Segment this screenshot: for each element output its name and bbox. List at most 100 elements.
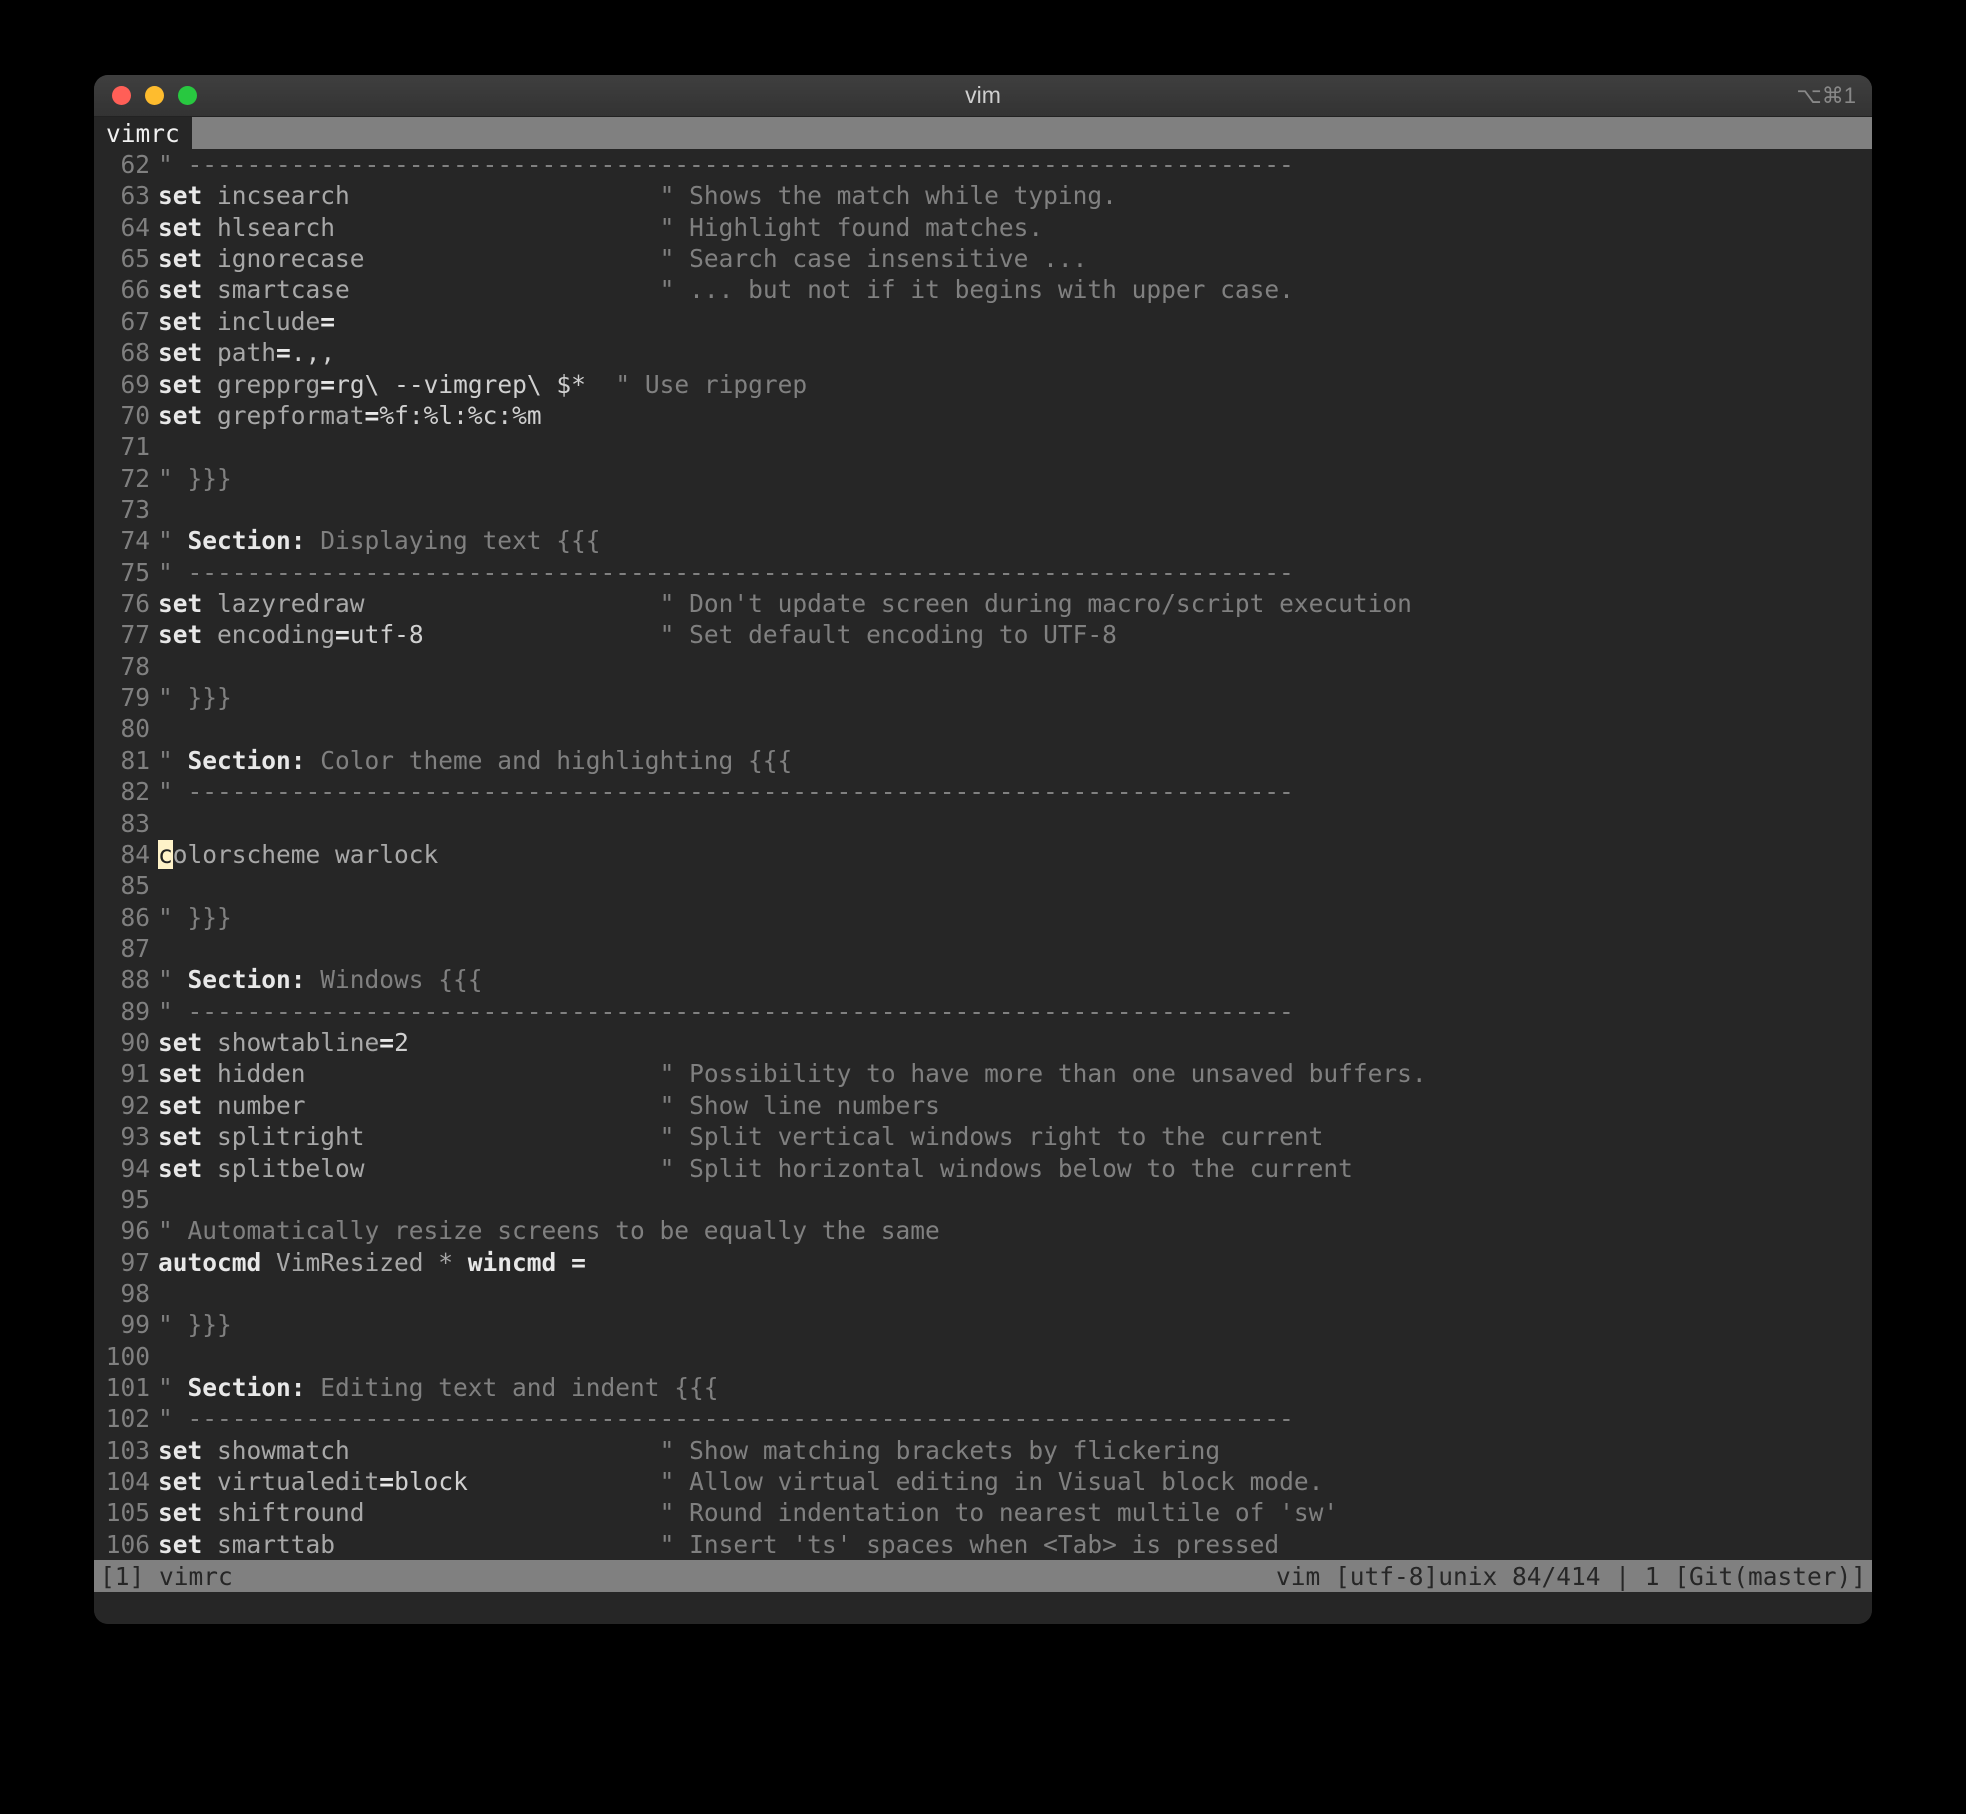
line-number: 101 [94,1372,158,1403]
code-line[interactable]: 85 [94,870,1872,901]
code-content[interactable] [158,713,1872,744]
code-content[interactable]: " }}} [158,463,1872,494]
code-line[interactable]: 100 [94,1341,1872,1372]
code-line[interactable]: 101" Section: Editing text and indent {{… [94,1372,1872,1403]
code-line[interactable]: 105set shiftround " Round indentation to… [94,1497,1872,1528]
line-number: 100 [94,1341,158,1372]
code-content[interactable]: autocmd VimResized * wincmd = [158,1247,1872,1278]
code-line[interactable]: 103set showmatch " Show matching bracket… [94,1435,1872,1466]
code-line[interactable]: 78 [94,651,1872,682]
code-content[interactable]: set virtualedit=block " Allow virtual ed… [158,1466,1872,1497]
code-content[interactable] [158,431,1872,462]
code-content[interactable]: set shiftround " Round indentation to ne… [158,1497,1872,1528]
editor-area[interactable]: 62" ------------------------------------… [94,149,1872,1560]
code-line[interactable]: 73 [94,494,1872,525]
vim-cmdline[interactable] [94,1592,1872,1624]
code-line[interactable]: 90set showtabline=2 [94,1027,1872,1058]
line-number: 68 [94,337,158,368]
line-number: 90 [94,1027,158,1058]
code-line[interactable]: 94set splitbelow " Split horizontal wind… [94,1153,1872,1184]
code-content[interactable] [158,808,1872,839]
code-content[interactable]: " Section: Windows {{{ [158,964,1872,995]
code-line[interactable]: 68set path=.,, [94,337,1872,368]
code-line[interactable]: 80 [94,713,1872,744]
code-content[interactable]: " }}} [158,902,1872,933]
code-line[interactable]: 92set number " Show line numbers [94,1090,1872,1121]
code-content[interactable]: set ignorecase " Search case insensitive… [158,243,1872,274]
code-line[interactable]: 87 [94,933,1872,964]
code-line[interactable]: 63set incsearch " Shows the match while … [94,180,1872,211]
code-content[interactable]: set include= [158,306,1872,337]
code-content[interactable]: set splitbelow " Split horizontal window… [158,1153,1872,1184]
code-content[interactable]: set incsearch " Shows the match while ty… [158,180,1872,211]
code-line[interactable]: 74" Section: Displaying text {{{ [94,525,1872,556]
code-line[interactable]: 96" Automatically resize screens to be e… [94,1215,1872,1246]
code-line[interactable]: 62" ------------------------------------… [94,149,1872,180]
code-line[interactable]: 82" ------------------------------------… [94,776,1872,807]
code-content[interactable]: " --------------------------------------… [158,996,1872,1027]
code-line[interactable]: 88" Section: Windows {{{ [94,964,1872,995]
code-content[interactable]: " --------------------------------------… [158,149,1872,180]
code-line[interactable]: 93set splitright " Split vertical window… [94,1121,1872,1152]
code-content[interactable]: set hlsearch " Highlight found matches. [158,212,1872,243]
code-line[interactable]: 89" ------------------------------------… [94,996,1872,1027]
code-content[interactable] [158,1184,1872,1215]
code-line[interactable]: 65set ignorecase " Search case insensiti… [94,243,1872,274]
code-line[interactable]: 84colorscheme warlock [94,839,1872,870]
code-line[interactable]: 86" }}} [94,902,1872,933]
code-line[interactable]: 79" }}} [94,682,1872,713]
code-content[interactable]: set hidden " Possibility to have more th… [158,1058,1872,1089]
code-line[interactable]: 81" Section: Color theme and highlightin… [94,745,1872,776]
code-line[interactable]: 91set hidden " Possibility to have more … [94,1058,1872,1089]
code-line[interactable]: 64set hlsearch " Highlight found matches… [94,212,1872,243]
window-title: vim [94,82,1872,109]
code-line[interactable]: 75" ------------------------------------… [94,557,1872,588]
code-line[interactable]: 97autocmd VimResized * wincmd = [94,1247,1872,1278]
code-line[interactable]: 77set encoding=utf-8 " Set default encod… [94,619,1872,650]
code-line[interactable]: 71 [94,431,1872,462]
code-line[interactable]: 67set include= [94,306,1872,337]
vim-tabline[interactable]: vimrc [94,117,1872,149]
code-content[interactable]: " Section: Editing text and indent {{{ [158,1372,1872,1403]
code-content[interactable]: set splitright " Split vertical windows … [158,1121,1872,1152]
code-content[interactable]: set grepformat=%f:%l:%c:%m [158,400,1872,431]
code-content[interactable]: set showtabline=2 [158,1027,1872,1058]
code-content[interactable] [158,933,1872,964]
code-content[interactable]: set showmatch " Show matching brackets b… [158,1435,1872,1466]
tab-vimrc[interactable]: vimrc [94,117,192,149]
code-content[interactable]: set number " Show line numbers [158,1090,1872,1121]
code-content[interactable]: " Section: Displaying text {{{ [158,525,1872,556]
code-content[interactable]: " }}} [158,682,1872,713]
code-content[interactable] [158,1341,1872,1372]
code-content[interactable]: " --------------------------------------… [158,776,1872,807]
code-content[interactable]: " }}} [158,1309,1872,1340]
code-content[interactable]: set smarttab " Insert 'ts' spaces when <… [158,1529,1872,1560]
code-content[interactable]: set path=.,, [158,337,1872,368]
window-titlebar[interactable]: vim ⌥⌘1 [94,75,1872,117]
code-line[interactable]: 104set virtualedit=block " Allow virtual… [94,1466,1872,1497]
code-line[interactable]: 102" -----------------------------------… [94,1403,1872,1434]
code-line[interactable]: 83 [94,808,1872,839]
code-content[interactable]: set grepprg=rg\ --vimgrep\ $* " Use ripg… [158,369,1872,400]
code-content[interactable]: set encoding=utf-8 " Set default encodin… [158,619,1872,650]
code-content[interactable] [158,870,1872,901]
code-line[interactable]: 69set grepprg=rg\ --vimgrep\ $* " Use ri… [94,369,1872,400]
code-line[interactable]: 106set smarttab " Insert 'ts' spaces whe… [94,1529,1872,1560]
code-line[interactable]: 99" }}} [94,1309,1872,1340]
code-content[interactable] [158,1278,1872,1309]
code-content[interactable] [158,651,1872,682]
code-content[interactable]: " Automatically resize screens to be equ… [158,1215,1872,1246]
code-content[interactable] [158,494,1872,525]
code-line[interactable]: 72" }}} [94,463,1872,494]
code-content[interactable]: set smartcase " ... but not if it begins… [158,274,1872,305]
code-line[interactable]: 70set grepformat=%f:%l:%c:%m [94,400,1872,431]
code-content[interactable]: " --------------------------------------… [158,557,1872,588]
code-content[interactable]: colorscheme warlock [158,839,1872,870]
code-line[interactable]: 95 [94,1184,1872,1215]
code-line[interactable]: 98 [94,1278,1872,1309]
code-content[interactable]: set lazyredraw " Don't update screen dur… [158,588,1872,619]
code-line[interactable]: 66set smartcase " ... but not if it begi… [94,274,1872,305]
code-line[interactable]: 76set lazyredraw " Don't update screen d… [94,588,1872,619]
code-content[interactable]: " --------------------------------------… [158,1403,1872,1434]
code-content[interactable]: " Section: Color theme and highlighting … [158,745,1872,776]
